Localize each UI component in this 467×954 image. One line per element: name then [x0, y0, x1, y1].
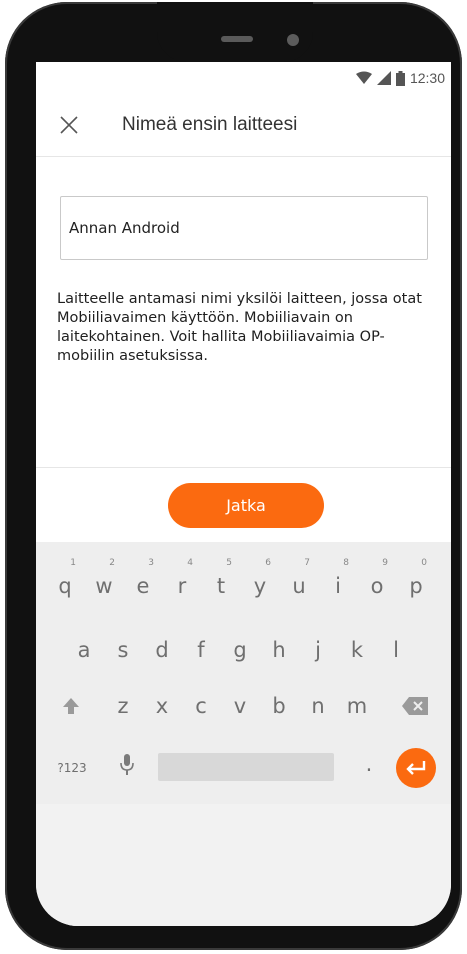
key-label: i [335, 574, 341, 598]
shift-icon [63, 698, 79, 714]
key-label: y [253, 574, 267, 598]
help-text-line: mobiilin asetuksissa. [57, 348, 208, 364]
key-n[interactable]: n [301, 684, 335, 728]
device-name-input[interactable] [60, 196, 428, 260]
key-label: q [58, 574, 72, 598]
battery-icon [395, 70, 405, 86]
backspace-key[interactable] [398, 684, 432, 728]
key-y[interactable]: 6y [243, 558, 277, 608]
key-label: p [409, 574, 423, 598]
signal-icon [376, 71, 391, 85]
phone-notch [157, 2, 313, 62]
close-button[interactable] [56, 112, 82, 138]
key-x[interactable]: x [145, 684, 179, 728]
space-key[interactable] [158, 753, 334, 781]
key-number-hint: 6 [265, 558, 271, 568]
on-screen-keyboard: 1q 2w 3e 4r 5t 6y 7u 8i 9o 0p a s d f g … [36, 542, 451, 804]
enter-icon [406, 761, 426, 775]
phone-frame: 12:30 Nimeä ensin laitteesi Laitteelle a… [5, 2, 462, 950]
key-number-hint: 2 [109, 558, 115, 568]
key-label: e [136, 574, 150, 598]
status-time: 12:30 [409, 70, 445, 86]
speaker-grille [221, 36, 253, 42]
key-v[interactable]: v [223, 684, 257, 728]
key-label: o [370, 574, 384, 598]
help-text-line: Mobiiliavaimen käyttöön. Mobiiliavain on [57, 310, 353, 326]
keyboard-row-1: 1q 2w 3e 4r 5t 6y 7u 8i 9o 0p [36, 558, 451, 612]
key-e[interactable]: 3e [126, 558, 160, 608]
key-w[interactable]: 2w [87, 558, 121, 608]
key-q[interactable]: 1q [48, 558, 82, 608]
period-key[interactable]: . [352, 742, 386, 786]
app-header: Nimeä ensin laitteesi [36, 94, 451, 157]
key-m[interactable]: m [340, 684, 374, 728]
key-number-hint: 8 [343, 558, 349, 568]
key-k[interactable]: k [340, 628, 374, 672]
help-text: Laitteelle antamasi nimi yksilöi laittee… [57, 290, 432, 366]
enter-key[interactable] [396, 748, 436, 788]
key-c[interactable]: c [184, 684, 218, 728]
key-p[interactable]: 0p [399, 558, 433, 608]
front-camera [287, 34, 299, 46]
status-icons: 12:30 [355, 70, 445, 86]
microphone-icon [120, 754, 134, 775]
help-text-line: Laitteelle antamasi nimi yksilöi laittee… [57, 291, 422, 307]
key-i[interactable]: 8i [321, 558, 355, 608]
app-content: Nimeä ensin laitteesi Laitteelle antamas… [36, 94, 451, 602]
symbols-key[interactable]: ?123 [50, 742, 94, 786]
phone-screen: 12:30 Nimeä ensin laitteesi Laitteelle a… [36, 62, 451, 926]
backspace-icon [402, 697, 428, 715]
key-number-hint: 4 [187, 558, 193, 568]
key-a[interactable]: a [67, 628, 101, 672]
key-number-hint: 0 [421, 558, 427, 568]
key-number-hint: 3 [148, 558, 154, 568]
keyboard-row-3: z x c v b n m [36, 684, 451, 732]
navigation-area [36, 804, 451, 926]
key-label: u [292, 574, 306, 598]
key-g[interactable]: g [223, 628, 257, 672]
key-number-hint: 1 [70, 558, 76, 568]
key-z[interactable]: z [106, 684, 140, 728]
key-u[interactable]: 7u [282, 558, 316, 608]
page-title: Nimeä ensin laitteesi [122, 114, 298, 135]
key-j[interactable]: j [301, 628, 335, 672]
keyboard-row-2: a s d f g h j k l [36, 628, 451, 676]
key-o[interactable]: 9o [360, 558, 394, 608]
keyboard-row-4: ?123 . [36, 742, 451, 790]
key-r[interactable]: 4r [165, 558, 199, 608]
key-b[interactable]: b [262, 684, 296, 728]
footer-divider [36, 467, 451, 468]
key-t[interactable]: 5t [204, 558, 238, 608]
key-label: r [177, 574, 187, 598]
key-f[interactable]: f [184, 628, 218, 672]
key-h[interactable]: h [262, 628, 296, 672]
help-text-line: laitekohtainen. Voit hallita Mobiiliavai… [57, 329, 385, 345]
key-number-hint: 5 [226, 558, 232, 568]
key-d[interactable]: d [145, 628, 179, 672]
key-number-hint: 7 [304, 558, 310, 568]
status-bar: 12:30 [36, 62, 451, 94]
key-label: w [95, 574, 113, 598]
shift-key[interactable] [54, 684, 88, 728]
continue-button[interactable]: Jatka [168, 483, 324, 528]
microphone-key[interactable] [110, 742, 144, 786]
key-label: t [216, 574, 226, 598]
key-number-hint: 9 [382, 558, 388, 568]
key-s[interactable]: s [106, 628, 140, 672]
close-icon [60, 116, 78, 134]
key-l[interactable]: l [379, 628, 413, 672]
wifi-icon [355, 71, 372, 84]
